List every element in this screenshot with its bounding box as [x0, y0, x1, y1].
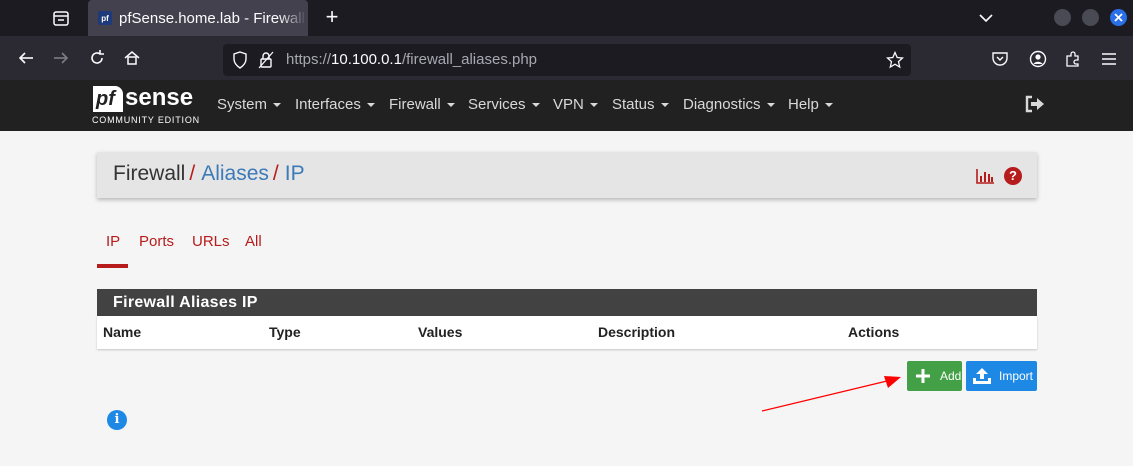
menu-firewall[interactable]: Firewall	[389, 96, 455, 114]
pfsense-logo[interactable]: pf sense COMMUNITY EDITION	[92, 84, 200, 128]
menu-label: Status	[612, 96, 655, 113]
plus-icon	[912, 365, 934, 387]
menu-label: Firewall	[389, 96, 441, 113]
menu-label: Interfaces	[295, 96, 361, 113]
breadcrumb-aliases-link[interactable]: Aliases	[201, 162, 269, 185]
caret-down-icon	[273, 103, 282, 108]
url-text[interactable]: https://10.100.0.1/firewall_aliases.php	[286, 51, 537, 68]
annotation-arrow	[761, 376, 901, 412]
help-icon[interactable]: ?	[1004, 167, 1022, 185]
lock-warning-icon[interactable]	[256, 50, 276, 70]
menu-label: VPN	[553, 96, 584, 113]
column-header-type[interactable]: Type	[269, 324, 301, 340]
home-icon[interactable]	[122, 48, 142, 68]
breadcrumb-firewall: Firewall	[113, 162, 186, 185]
tab-ports[interactable]: Ports	[139, 233, 174, 250]
logo-edition: COMMUNITY EDITION	[92, 115, 200, 125]
active-tab-indicator	[97, 264, 128, 268]
menu-label: Help	[788, 96, 819, 113]
breadcrumb-separator: /	[189, 162, 196, 185]
logo-pf: pf	[93, 86, 123, 112]
upload-icon	[971, 365, 993, 387]
column-header-values[interactable]: Values	[418, 324, 462, 340]
caret-down-icon	[589, 103, 598, 108]
menu-label: Diagnostics	[683, 96, 761, 113]
extensions-icon[interactable]	[1063, 49, 1083, 69]
add-button-label: Add	[940, 369, 962, 383]
browser-tab-active[interactable]: pf pfSense.home.lab - Firewall: Aliases:…	[88, 0, 308, 36]
breadcrumb-ip-link[interactable]: IP	[285, 162, 305, 185]
bar-chart-icon[interactable]	[975, 167, 995, 185]
menu-services[interactable]: Services	[468, 96, 540, 114]
column-header-name[interactable]: Name	[103, 324, 141, 340]
url-scheme: https://	[286, 51, 332, 68]
breadcrumb: Firewall / Aliases / IP	[113, 162, 305, 186]
url-path: /firewall_aliases.php	[401, 51, 538, 68]
close-window-button[interactable]	[1110, 9, 1127, 26]
column-header-description[interactable]: Description	[598, 324, 675, 340]
breadcrumb-separator: /	[272, 162, 279, 185]
menu-system[interactable]: System	[217, 96, 282, 114]
logout-icon[interactable]	[1025, 95, 1045, 113]
tab-all[interactable]: All	[245, 233, 262, 250]
import-button-label: Import	[999, 369, 1034, 383]
caret-down-icon	[766, 103, 775, 108]
minimize-button[interactable]	[1054, 9, 1071, 26]
panel-title: Firewall Aliases IP	[97, 289, 1037, 316]
pfsense-favicon-icon: pf	[98, 11, 112, 25]
tab-ip[interactable]: IP	[106, 233, 120, 250]
column-header-actions: Actions	[848, 324, 900, 340]
chevron-down-icon[interactable]	[976, 8, 996, 28]
tab-title: pfSense.home.lab - Firewall: Aliases: IP	[119, 9, 307, 27]
account-icon[interactable]	[1028, 49, 1048, 69]
caret-down-icon	[446, 103, 455, 108]
menu-diagnostics[interactable]: Diagnostics	[683, 96, 775, 114]
close-icon	[1114, 13, 1123, 22]
shield-icon[interactable]	[230, 50, 250, 70]
menu-status[interactable]: Status	[612, 96, 669, 114]
add-button[interactable]: Add	[907, 361, 962, 391]
new-tab-button[interactable]: +	[320, 6, 344, 30]
caret-down-icon	[660, 103, 669, 108]
forward-icon[interactable]	[51, 48, 71, 68]
tab-urls[interactable]: URLs	[192, 233, 230, 250]
bookmark-star-icon[interactable]	[885, 50, 905, 70]
import-button[interactable]: Import	[966, 361, 1037, 391]
menu-help[interactable]: Help	[788, 96, 833, 114]
caret-down-icon	[824, 103, 833, 108]
info-icon[interactable]: i	[107, 410, 127, 430]
caret-down-icon	[531, 103, 540, 108]
caret-down-icon	[366, 103, 375, 108]
pocket-icon[interactable]	[990, 49, 1010, 69]
menu-label: System	[217, 96, 268, 113]
hamburger-menu-icon[interactable]	[1099, 49, 1119, 69]
back-icon[interactable]	[16, 48, 36, 68]
reload-icon[interactable]	[87, 48, 107, 68]
list-all-tabs-icon[interactable]	[48, 6, 74, 30]
url-host: 10.100.0.1	[331, 51, 402, 68]
menu-label: Services	[468, 96, 526, 113]
logo-sense: sense	[125, 84, 194, 111]
menu-interfaces[interactable]: Interfaces	[295, 96, 375, 114]
menu-vpn[interactable]: VPN	[553, 96, 598, 114]
maximize-button[interactable]	[1082, 9, 1099, 26]
